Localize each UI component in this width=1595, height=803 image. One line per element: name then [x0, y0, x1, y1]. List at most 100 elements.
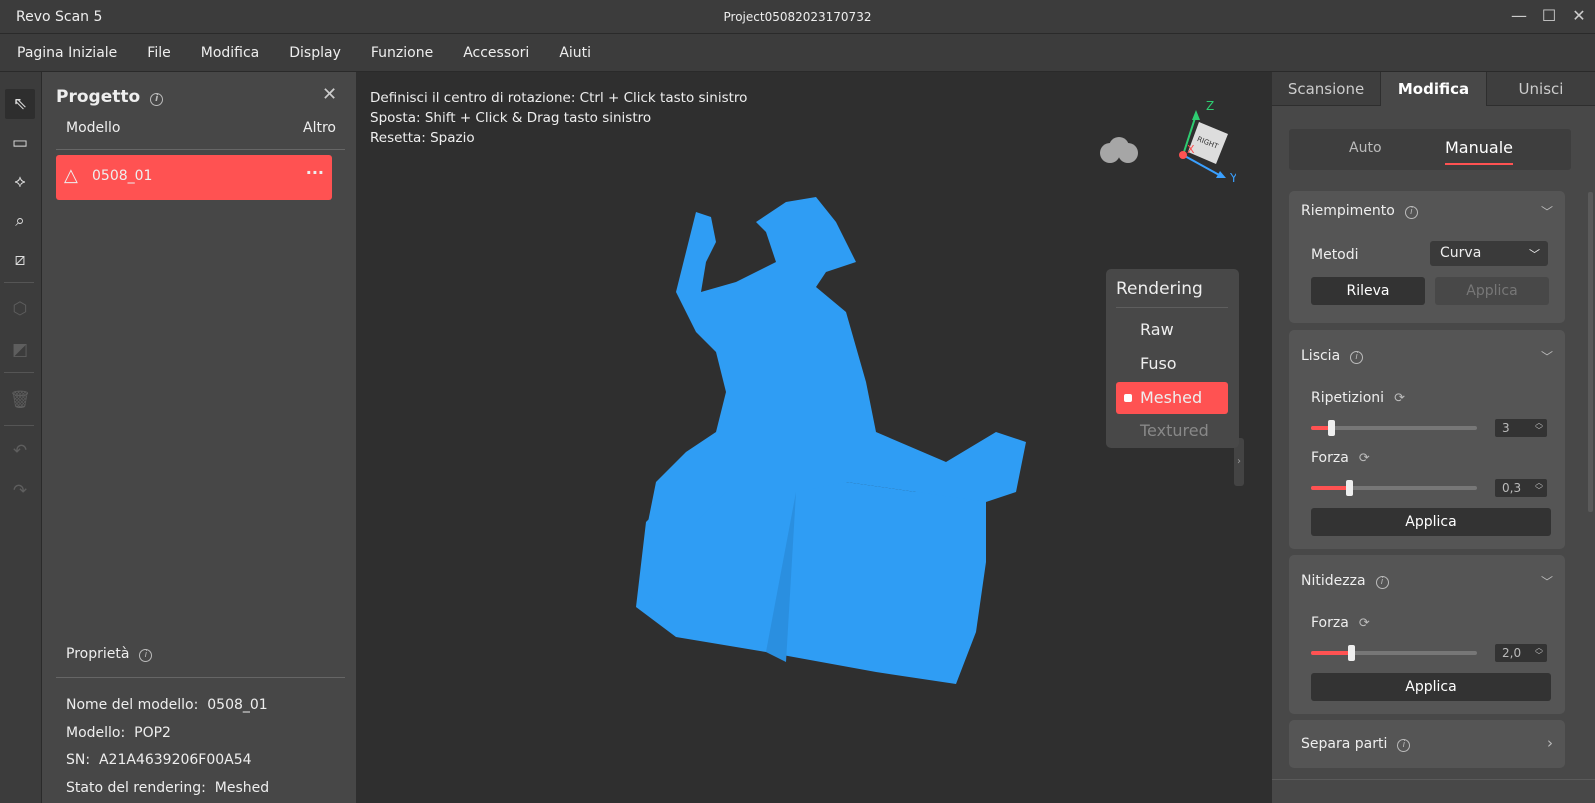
- info-icon[interactable]: i: [1375, 576, 1389, 589]
- subtab-manual[interactable]: Manuale: [1445, 138, 1513, 165]
- separate-parts-card[interactable]: Separa parti i ›: [1289, 720, 1565, 768]
- reset-icon[interactable]: ⟳: [1359, 451, 1370, 466]
- force-spinbox[interactable]: 0,3 ︿ ﹀: [1495, 479, 1547, 497]
- reverse-selection-icon[interactable]: ◩: [5, 335, 35, 365]
- mesh-icon: △: [64, 165, 78, 186]
- rectangle-select-icon[interactable]: ▭: [5, 128, 35, 158]
- redo-icon[interactable]: ↷: [5, 476, 35, 506]
- rendering-option-textured[interactable]: Textured: [1116, 415, 1228, 447]
- menu-edit[interactable]: Modifica: [201, 45, 260, 61]
- property-row: Stato del rendering: Meshed: [66, 775, 269, 803]
- minimize-icon[interactable]: —: [1507, 6, 1531, 28]
- card-title[interactable]: Riempimento i: [1301, 203, 1418, 219]
- apply-sharpen-button[interactable]: Applica: [1311, 673, 1551, 701]
- rendering-panel: Rendering Raw Fuso Meshed Textured: [1106, 269, 1239, 448]
- info-icon[interactable]: i: [1350, 351, 1364, 364]
- rendering-option-fused[interactable]: Fuso: [1116, 348, 1228, 380]
- column-other: Altro: [303, 120, 336, 136]
- tab-edit[interactable]: Modifica: [1381, 72, 1487, 106]
- lighting-icon[interactable]: [1100, 137, 1138, 163]
- tab-merge[interactable]: Unisci: [1487, 72, 1595, 106]
- model-list-item[interactable]: △ 0508_01 ···: [56, 155, 332, 200]
- spin-value: 2,0: [1502, 646, 1522, 660]
- project-title: Project05082023170732: [723, 10, 872, 24]
- sharpen-force-slider[interactable]: [1311, 645, 1477, 661]
- card-title-label: Riempimento: [1301, 203, 1395, 219]
- property-label: Stato del rendering:: [66, 779, 206, 796]
- menu-function[interactable]: Funzione: [371, 45, 433, 61]
- select-pointer-icon[interactable]: ⇖: [5, 89, 35, 119]
- menu-accessories[interactable]: Accessori: [463, 45, 529, 61]
- chevron-down-icon[interactable]: ﹀: [1541, 348, 1553, 365]
- chevron-down-icon: ﹀: [1529, 248, 1540, 261]
- close-panel-icon[interactable]: ✕: [322, 84, 337, 105]
- repetitions-slider[interactable]: [1311, 420, 1477, 436]
- properties-title: Proprietà i: [66, 646, 153, 662]
- sharpen-force-spinbox[interactable]: 2,0 ︿ ﹀: [1495, 644, 1547, 662]
- delete-icon[interactable]: 🗑: [5, 385, 35, 415]
- project-panel: Progetto i ✕ Modello Altro △ 0508_01 ··· …: [42, 72, 356, 803]
- rendering-option-raw[interactable]: Raw: [1116, 314, 1228, 346]
- divider: [4, 282, 34, 283]
- more-options-icon[interactable]: ···: [306, 163, 324, 182]
- subtab-auto[interactable]: Auto: [1349, 140, 1382, 156]
- apply-button-disabled[interactable]: Applica: [1435, 277, 1549, 305]
- property-label: Nome del modello:: [66, 697, 199, 713]
- detect-button[interactable]: Rileva: [1311, 277, 1425, 305]
- divider: [4, 372, 34, 373]
- close-icon[interactable]: ✕: [1567, 6, 1591, 28]
- invert-select-icon[interactable]: ⧄: [5, 245, 35, 275]
- menu-bar: Pagina Iniziale File Modifica Display Fu…: [0, 34, 1595, 72]
- method-value: Curva: [1440, 245, 1482, 261]
- card-title-label: Separa parti: [1301, 736, 1388, 752]
- repetitions-spinbox[interactable]: 3 ︿ ﹀: [1495, 419, 1547, 437]
- card-title[interactable]: Separa parti i: [1301, 736, 1411, 752]
- y-label: Y: [1229, 171, 1236, 185]
- lasso-select-icon[interactable]: ⟡: [5, 167, 35, 197]
- property-label: Modello:: [66, 724, 126, 741]
- divider: [1272, 779, 1595, 780]
- select-all-icon[interactable]: ⬡: [5, 294, 35, 324]
- force-slider[interactable]: [1311, 480, 1477, 496]
- menu-home[interactable]: Pagina Iniziale: [17, 45, 117, 61]
- menu-display[interactable]: Display: [289, 45, 341, 61]
- info-icon[interactable]: i: [139, 649, 153, 662]
- reset-icon[interactable]: ⟳: [1394, 391, 1405, 406]
- properties-list: Nome del modello: 0508_01 Modello: POP2 …: [66, 692, 269, 802]
- menu-help[interactable]: Aiuti: [559, 45, 591, 61]
- scanned-model[interactable]: [616, 192, 1046, 692]
- divider: [4, 425, 34, 426]
- rendering-option-meshed[interactable]: Meshed: [1116, 382, 1228, 414]
- smooth-card: Liscia i ﹀ Ripetizioni ⟳ 3 ︿ ﹀ Forza ⟳ 0,3 ︿ ﹀ …: [1289, 330, 1565, 549]
- chevron-right-icon[interactable]: ›: [1547, 734, 1553, 752]
- property-label: SN:: [66, 752, 91, 768]
- undo-icon[interactable]: ↶: [5, 436, 35, 466]
- hint-reset: Resetta: Spazio: [370, 130, 475, 146]
- info-icon[interactable]: i: [1397, 739, 1411, 752]
- force-label: Forza ⟳: [1311, 450, 1370, 466]
- method-select[interactable]: Curva ﹀: [1430, 241, 1548, 266]
- apply-smooth-button[interactable]: Applica: [1311, 508, 1551, 536]
- spin-value: 0,3: [1502, 481, 1522, 495]
- chevron-down-icon[interactable]: ﹀: [1541, 203, 1553, 220]
- 3d-viewport[interactable]: Definisci il centro di rotazione: Ctrl +…: [356, 72, 1272, 803]
- column-model: Modello: [66, 120, 121, 136]
- tab-scan[interactable]: Scansione: [1272, 72, 1381, 106]
- chevron-down-icon[interactable]: ﹀: [1541, 573, 1553, 590]
- card-title[interactable]: Liscia i: [1301, 348, 1364, 364]
- force-text: Forza: [1311, 450, 1349, 466]
- x-axis-dot: [1179, 151, 1187, 159]
- info-icon[interactable]: i: [150, 93, 164, 106]
- scrollbar[interactable]: [1588, 192, 1593, 512]
- reset-icon[interactable]: ⟳: [1359, 616, 1370, 631]
- maximize-icon[interactable]: ☐: [1537, 6, 1561, 28]
- info-icon[interactable]: i: [1404, 206, 1418, 219]
- card-title[interactable]: Nitidezza i: [1301, 573, 1389, 589]
- menu-file[interactable]: File: [147, 45, 170, 61]
- hint-rotation: Definisci il centro di rotazione: Ctrl +…: [370, 90, 748, 106]
- card-title-label: Nitidezza: [1301, 573, 1366, 589]
- fill-holes-card: Riempimento i ﹀ Metodi Curva ﹀ Rileva Appl…: [1289, 191, 1565, 323]
- view-gizmo[interactable]: RIGHT X Y Z: [1096, 92, 1236, 202]
- brush-select-icon[interactable]: ⌕: [5, 206, 35, 236]
- selected-dot-icon: [1124, 394, 1132, 402]
